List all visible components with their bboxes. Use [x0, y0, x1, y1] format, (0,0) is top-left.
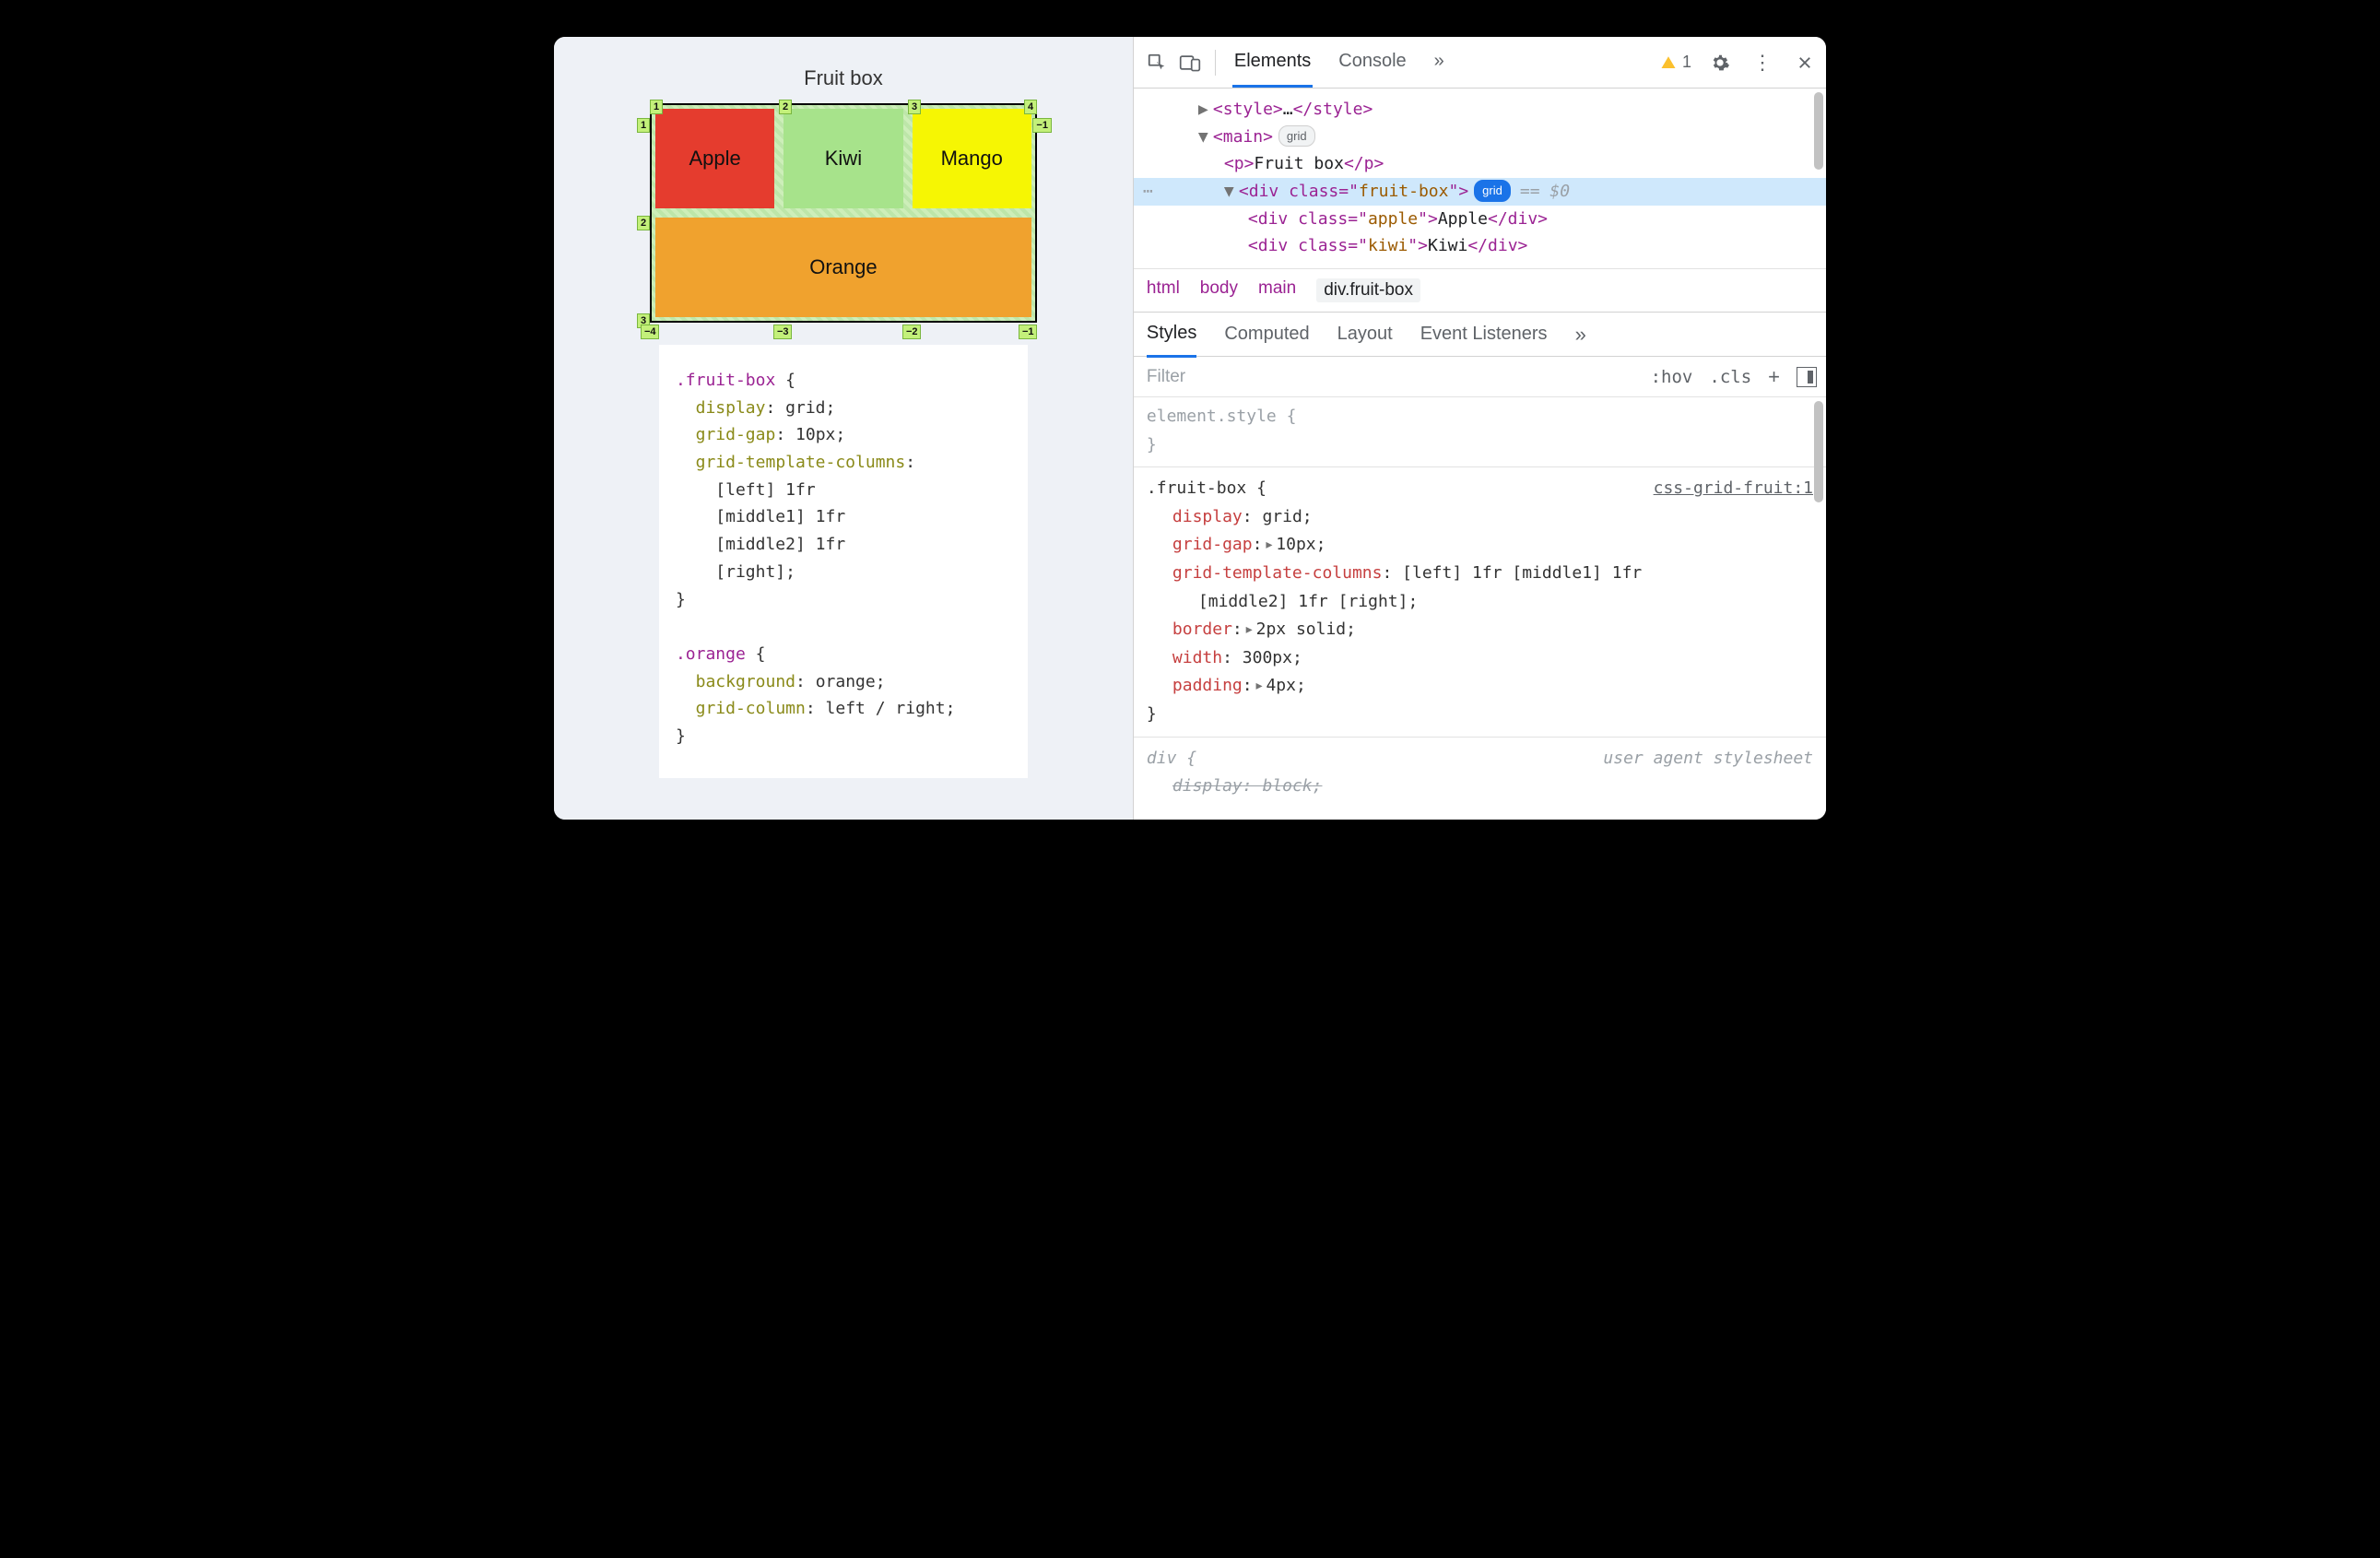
close-icon[interactable] — [1791, 49, 1819, 77]
new-rule-icon[interactable]: + — [1768, 365, 1780, 389]
source-css-block: .fruit-box { display: grid; grid-gap: 10… — [659, 345, 1028, 778]
sidebar-toggle-icon[interactable] — [1797, 367, 1817, 387]
grid-badge[interactable]: grid — [1278, 125, 1315, 147]
grid-badge-active[interactable]: grid — [1474, 180, 1511, 201]
page-pane: Fruit box Apple Kiwi Mango Orange 1 2 3 … — [554, 37, 1133, 820]
scrollbar[interactable] — [1814, 92, 1823, 170]
tab-more[interactable]: » — [1575, 312, 1586, 358]
styles-tabs: Styles Computed Layout Event Listeners » — [1134, 313, 1826, 357]
css-decl[interactable]: padding:▸4px; — [1147, 672, 1813, 701]
separator — [1215, 50, 1216, 76]
crumb-body[interactable]: body — [1200, 278, 1238, 302]
separator — [1134, 466, 1826, 467]
grid-col-label: −1 — [1019, 325, 1038, 339]
styles-filter-row: :hov .cls + — [1134, 357, 1826, 397]
cell-kiwi[interactable]: Kiwi — [784, 109, 902, 208]
grid-overlay-wrapper: Apple Kiwi Mango Orange 1 2 3 4 1 2 3 −1… — [641, 103, 1046, 323]
rule-close: } — [1147, 701, 1813, 729]
css-decl-cont[interactable]: [middle2] 1fr [right]; — [1147, 588, 1813, 617]
grid-col-label: 4 — [1024, 100, 1037, 114]
grid-row-label: −1 — [1032, 118, 1052, 133]
grid-col-label: 3 — [908, 100, 921, 114]
dom-row[interactable]: <div class="apple">Apple</div> — [1134, 206, 1826, 233]
styles-body[interactable]: element.style { } .fruit-box { css-grid-… — [1134, 397, 1826, 820]
scrollbar[interactable] — [1814, 401, 1823, 502]
css-decl[interactable]: grid-gap:▸10px; — [1147, 531, 1813, 560]
cell-orange[interactable]: Orange — [655, 218, 1031, 317]
crumb-main[interactable]: main — [1258, 278, 1296, 302]
warnings-badge[interactable]: 1 — [1660, 53, 1691, 72]
grid-row-label: 2 — [637, 216, 650, 230]
rule-header-ua: div { user agent stylesheet — [1147, 745, 1813, 773]
breadcrumb: html body main div.fruit-box — [1134, 268, 1826, 313]
hov-toggle[interactable]: :hov — [1651, 367, 1693, 387]
grid-col-label: −2 — [902, 325, 922, 339]
tab-more[interactable]: » — [1432, 38, 1446, 88]
tab-event-listeners[interactable]: Event Listeners — [1420, 313, 1548, 356]
grid-col-label: −4 — [641, 325, 660, 339]
crumb-current[interactable]: div.fruit-box — [1316, 278, 1420, 302]
devtools-tabs: Elements Console » — [1232, 38, 1446, 88]
rule-source: user agent stylesheet — [1603, 745, 1813, 773]
cell-mango[interactable]: Mango — [913, 109, 1031, 208]
css-decl[interactable]: display: grid; — [1147, 503, 1813, 532]
crumb-html[interactable]: html — [1147, 278, 1180, 302]
kebab-icon[interactable]: ⋮ — [1749, 49, 1776, 77]
rule-selector: div { — [1147, 745, 1196, 773]
eq-dollar0: == $0 — [1520, 182, 1570, 201]
grid-col-label: −3 — [773, 325, 793, 339]
gear-icon[interactable] — [1706, 49, 1734, 77]
grid-col-label: 2 — [779, 100, 792, 114]
css-decl[interactable]: width: 300px; — [1147, 644, 1813, 673]
rule-source[interactable]: css-grid-fruit:1 — [1654, 475, 1813, 503]
warn-count: 1 — [1682, 53, 1691, 72]
css-decl-overridden: display: block; — [1147, 773, 1813, 801]
inspect-icon[interactable] — [1143, 49, 1171, 77]
tab-layout[interactable]: Layout — [1337, 313, 1393, 356]
dom-tree[interactable]: ▶<style>…</style> ▼<main>grid <p>Fruit b… — [1134, 89, 1826, 268]
devtools-toolbar: Elements Console » 1 ⋮ — [1134, 37, 1826, 89]
grid-col-label: 1 — [650, 100, 663, 114]
element-style-rule[interactable]: element.style { — [1147, 403, 1813, 431]
css-decl[interactable]: border:▸2px solid; — [1147, 616, 1813, 644]
cls-toggle[interactable]: .cls — [1709, 367, 1751, 387]
dom-row[interactable]: <p>Fruit box</p> — [1134, 150, 1826, 178]
devtools-pane: Elements Console » 1 ⋮ — [1133, 37, 1826, 820]
fruit-box-grid[interactable]: Apple Kiwi Mango Orange — [650, 103, 1037, 323]
page-title: Fruit box — [582, 66, 1105, 90]
tab-elements[interactable]: Elements — [1232, 38, 1313, 88]
separator — [1134, 737, 1826, 738]
tab-console[interactable]: Console — [1337, 38, 1408, 88]
tab-styles[interactable]: Styles — [1147, 312, 1196, 358]
rule-header: .fruit-box { css-grid-fruit:1 — [1147, 475, 1813, 503]
tab-computed[interactable]: Computed — [1224, 313, 1309, 356]
rule-selector[interactable]: .fruit-box { — [1147, 475, 1267, 503]
cell-apple[interactable]: Apple — [655, 109, 774, 208]
dom-row[interactable]: ▶<style>…</style> — [1134, 96, 1826, 124]
rule-close: } — [1147, 431, 1813, 460]
dom-row[interactable]: ▼<main>grid — [1134, 124, 1826, 151]
app-window: Fruit box Apple Kiwi Mango Orange 1 2 3 … — [554, 37, 1826, 820]
dom-row[interactable]: <div class="kiwi">Kiwi</div> — [1134, 232, 1826, 260]
warning-icon — [1660, 54, 1677, 71]
filter-input[interactable] — [1147, 367, 1634, 387]
css-decl[interactable]: grid-template-columns: [left] 1fr [middl… — [1147, 560, 1813, 588]
device-toggle-icon[interactable] — [1176, 49, 1204, 77]
grid-row-label: 1 — [637, 118, 650, 133]
dom-row-selected[interactable]: ⋯ ▼<div class="fruit-box">grid== $0 — [1134, 178, 1826, 206]
